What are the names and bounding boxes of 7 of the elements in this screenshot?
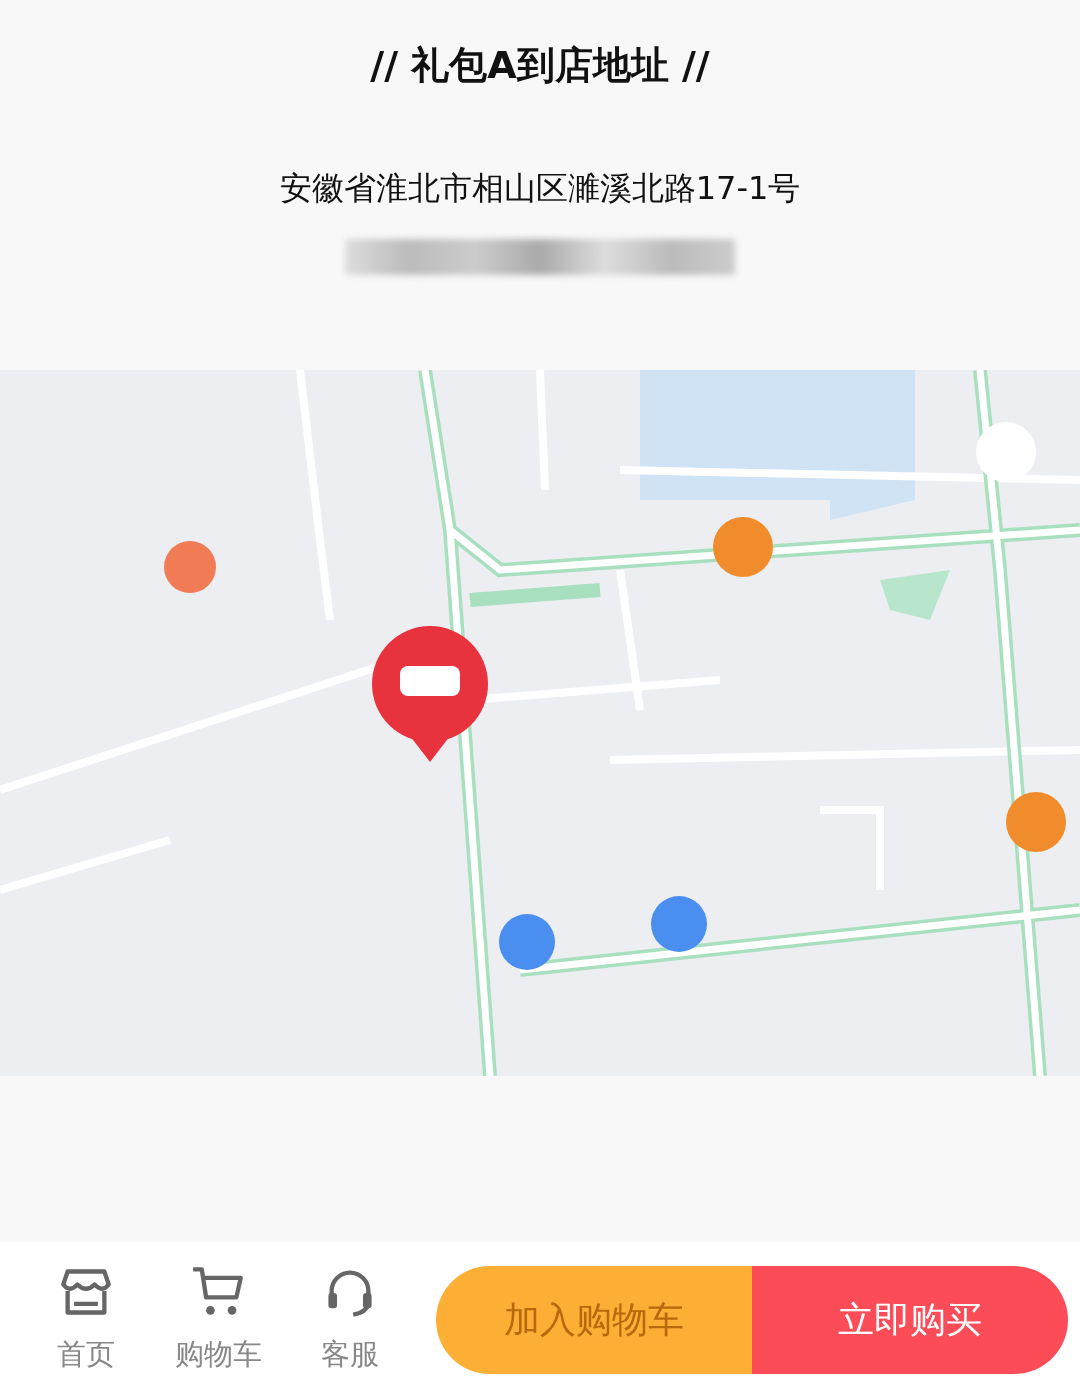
nav-tab[interactable]: 首页 <box>20 1265 152 1375</box>
store-address: 安徽省淮北市相山区濉溪北路17-1号 <box>279 168 801 209</box>
nav-tab[interactable]: 购物车 <box>152 1265 284 1375</box>
buy-now-button[interactable]: 立即购买 <box>752 1266 1068 1374</box>
section-title: // 礼包A到店地址 // <box>370 42 710 89</box>
add-to-cart-button[interactable]: 加入购物车 <box>436 1266 752 1374</box>
nav-tab[interactable]: 客服 <box>284 1265 416 1375</box>
